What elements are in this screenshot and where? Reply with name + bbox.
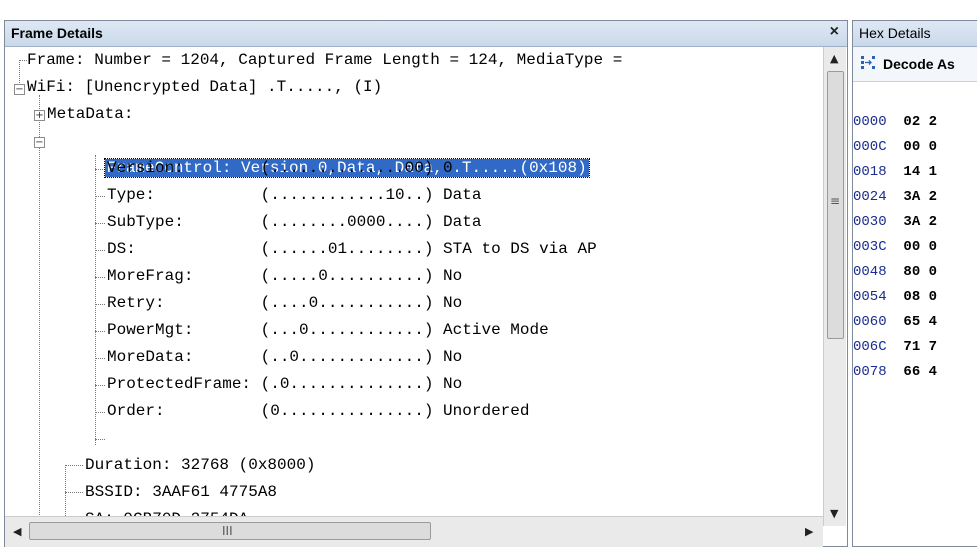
scroll-left-icon[interactable]: ◀: [13, 525, 21, 538]
tree-row[interactable]: PowerMgt: (...0............) Active Mode: [107, 317, 549, 344]
tree-row[interactable]: Order: (0...............) Unordered: [107, 398, 529, 425]
collapse-icon[interactable]: −: [34, 137, 45, 148]
scroll-thumb[interactable]: III: [29, 522, 431, 540]
tree-line: [19, 60, 20, 85]
tree-line: [19, 60, 27, 61]
hex-bytes[interactable]: 65 4: [903, 314, 937, 330]
scroll-down-icon[interactable]: ▼: [830, 507, 838, 520]
tree-row[interactable]: Retry: (....0...........) No: [107, 290, 462, 317]
hex-details-titlebar: Hex Details: [853, 21, 977, 47]
tree-row[interactable]: SA: 9CB70D 2754DA: [85, 506, 248, 516]
hex-bytes[interactable]: 71 7: [903, 339, 937, 355]
close-icon[interactable]: ×: [830, 23, 839, 41]
hex-row[interactable]: 0000 02 2: [853, 109, 937, 135]
frame-details-panel: Frame Details × − + − Frame: Number = 12…: [4, 20, 848, 547]
tree-row[interactable]: Type: (............10..) Data: [107, 182, 481, 209]
collapse-icon[interactable]: −: [14, 84, 25, 95]
hex-offset: 0048: [853, 264, 887, 280]
hex-offset: 0018: [853, 164, 887, 180]
hex-row[interactable]: 0078 66 4: [853, 359, 937, 385]
tree-line: [95, 358, 105, 359]
decode-as-icon: [861, 56, 875, 69]
hex-offset: 0078: [853, 364, 887, 380]
tree-row[interactable]: Duration: 32768 (0x8000): [85, 452, 315, 479]
hex-bytes[interactable]: 02 2: [903, 114, 937, 130]
tree-line: [95, 385, 105, 386]
hex-bytes[interactable]: 00 0: [903, 139, 937, 155]
tree-row[interactable]: BSSID: 3AAF61 4775A8: [85, 479, 277, 506]
tree-row[interactable]: ProtectedFrame: (.0..............) No: [107, 371, 462, 398]
grip-icon: ≡: [830, 194, 841, 208]
tree-line: [95, 196, 105, 197]
frame-tree[interactable]: − + − Frame: Number = 1204, Captured Fra…: [5, 47, 823, 516]
hex-details-panel: Hex Details Decode As 0000 02 2 000C 00 0…: [852, 20, 977, 547]
frame-details-titlebar: Frame Details ×: [5, 21, 847, 47]
hex-details-title: Hex Details: [859, 25, 931, 41]
hex-offset: 0030: [853, 214, 887, 230]
grip-icon: III: [222, 524, 233, 538]
hex-bytes[interactable]: 66 4: [903, 364, 937, 380]
tree-line: [65, 492, 83, 493]
tree-line: [39, 95, 40, 515]
tree-line: [95, 439, 105, 440]
hex-offset: 0024: [853, 189, 887, 205]
hex-offset: 0054: [853, 289, 887, 305]
scroll-up-icon[interactable]: ▲: [830, 52, 838, 65]
tree-line: [65, 465, 83, 466]
hex-offset: 006C: [853, 339, 887, 355]
horizontal-scrollbar[interactable]: ◀ III ▶: [5, 516, 823, 547]
hex-offset: 0000: [853, 114, 887, 130]
tree-line: [95, 304, 105, 305]
hex-row[interactable]: 0054 08 0: [853, 284, 937, 310]
hex-row[interactable]: 0048 80 0: [853, 259, 937, 285]
hex-bytes[interactable]: 00 0: [903, 239, 937, 255]
hex-bytes[interactable]: 80 0: [903, 264, 937, 280]
hex-bytes[interactable]: 3A 2: [903, 214, 937, 230]
tree-row[interactable]: Version: (..............00) 0: [107, 155, 453, 182]
hex-row[interactable]: 0024 3A 2: [853, 184, 937, 210]
hex-row[interactable]: 0060 65 4: [853, 309, 937, 335]
tree-line: [95, 277, 105, 278]
tree-line: [95, 250, 105, 251]
hex-toolbar: Decode As: [853, 47, 977, 82]
hex-bytes[interactable]: 14 1: [903, 164, 937, 180]
tree-line: [65, 465, 66, 516]
expand-icon[interactable]: +: [34, 110, 45, 121]
tree-row[interactable]: WiFi: [Unencrypted Data] .T....., (I): [27, 74, 382, 101]
decode-as-button[interactable]: Decode As: [883, 56, 955, 72]
tree-row[interactable]: MetaData:: [47, 101, 133, 128]
tree-line: [95, 223, 105, 224]
hex-row[interactable]: 000C 00 0: [853, 134, 937, 160]
tree-row[interactable]: Frame: Number = 1204, Captured Frame Len…: [27, 47, 622, 74]
tree-row[interactable]: DS: (......01........) STA to DS via AP: [107, 236, 597, 263]
frame-details-title: Frame Details: [11, 25, 103, 41]
hex-row[interactable]: 0018 14 1: [853, 159, 937, 185]
hex-row[interactable]: 0030 3A 2: [853, 209, 937, 235]
hex-row[interactable]: 003C 00 0: [853, 234, 937, 260]
vertical-scrollbar[interactable]: ▲ ≡ ▼: [823, 47, 846, 526]
tree-row[interactable]: SubType: (........0000....) Data: [107, 209, 481, 236]
tree-line: [95, 331, 105, 332]
tree-line: [95, 412, 105, 413]
hex-offset: 003C: [853, 239, 887, 255]
tree-row[interactable]: MoreFrag: (.....0..........) No: [107, 263, 462, 290]
hex-offset: 0060: [853, 314, 887, 330]
hex-bytes[interactable]: 3A 2: [903, 189, 937, 205]
tree-line: [95, 155, 96, 445]
hex-offset: 000C: [853, 139, 887, 155]
hex-bytes[interactable]: 08 0: [903, 289, 937, 305]
tree-row-selected[interactable]: FrameControl: Version 0,Data, Data, .T..…: [47, 128, 590, 178]
tree-row[interactable]: MoreData: (..0.............) No: [107, 344, 462, 371]
scroll-thumb[interactable]: ≡: [827, 71, 844, 339]
scroll-right-icon[interactable]: ▶: [805, 525, 813, 538]
hex-row[interactable]: 006C 71 7: [853, 334, 937, 360]
